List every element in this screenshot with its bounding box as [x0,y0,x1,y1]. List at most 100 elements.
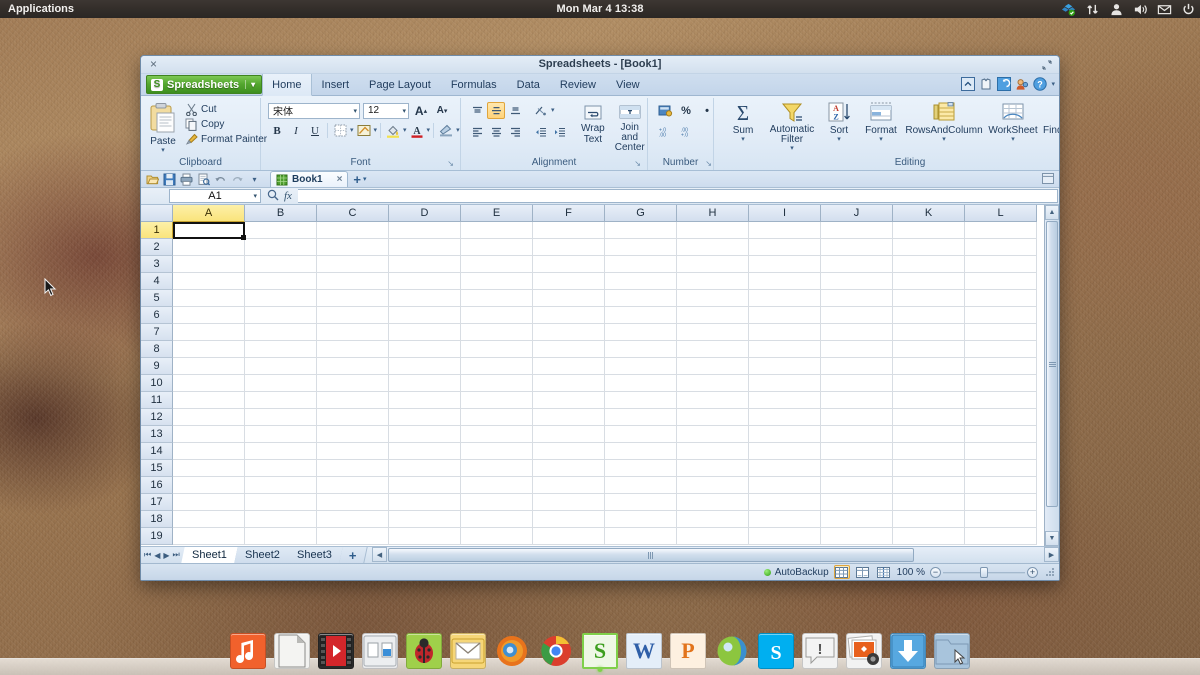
cell-J2[interactable] [821,239,893,256]
cell-F5[interactable] [533,290,605,307]
cell-A4[interactable] [173,273,245,290]
cell-F2[interactable] [533,239,605,256]
cell-A9[interactable] [173,358,245,375]
sheet-tab-sheet3[interactable]: Sheet3 [287,547,344,563]
cell-B11[interactable] [245,392,317,409]
chevron-down-icon[interactable]: ▾ [942,136,946,143]
bold-button[interactable]: B [268,122,286,139]
cell-F13[interactable] [533,426,605,443]
column-header-g[interactable]: G [605,205,677,222]
cell-I18[interactable] [749,511,821,528]
window-resize-grip[interactable] [1045,567,1055,577]
settings-icon[interactable] [362,633,398,669]
notification-icon[interactable]: ! [802,633,838,669]
sum-button[interactable]: Σ Sum ▾ [721,100,765,144]
cell-L7[interactable] [965,324,1037,341]
cell-K12[interactable] [893,409,965,426]
font-size-combo[interactable]: 12 ▾ [363,103,409,119]
cell-I14[interactable] [749,443,821,460]
cell-G8[interactable] [605,341,677,358]
worksheet-button[interactable]: WorkSheet ▾ [985,100,1041,144]
firefox-icon[interactable] [494,633,530,669]
cell-D17[interactable] [389,494,461,511]
page-layout-view-button[interactable] [855,565,871,579]
collapse-tabbar-icon[interactable] [1042,173,1054,187]
column-header-c[interactable]: C [317,205,389,222]
fill-color-button[interactable] [384,122,402,139]
column-header-b[interactable]: B [245,205,317,222]
cell-F8[interactable] [533,341,605,358]
borders-button[interactable] [331,122,349,139]
cell-E9[interactable] [461,358,533,375]
cell-L18[interactable] [965,511,1037,528]
cell-H10[interactable] [677,375,749,392]
row-header-9[interactable]: 9 [141,358,173,375]
cell-F15[interactable] [533,460,605,477]
cell-H8[interactable] [677,341,749,358]
cell-J12[interactable] [821,409,893,426]
cell-G5[interactable] [605,290,677,307]
row-header-13[interactable]: 13 [141,426,173,443]
cell-C3[interactable] [317,256,389,273]
prev-sheet-button[interactable]: ◀ [154,551,160,560]
cell-J1[interactable] [821,222,893,239]
cell-J7[interactable] [821,324,893,341]
cell-K13[interactable] [893,426,965,443]
cell-E11[interactable] [461,392,533,409]
new-document-tab-button[interactable]: + ▾ [353,172,366,187]
cell-A3[interactable] [173,256,245,273]
cell-L6[interactable] [965,307,1037,324]
cell-D3[interactable] [389,256,461,273]
cell-H11[interactable] [677,392,749,409]
normal-view-button[interactable] [834,565,850,579]
cell-A13[interactable] [173,426,245,443]
shrink-font-button[interactable]: A▾ [433,102,451,119]
chevron-down-icon[interactable]: ▾ [403,127,407,134]
cell-K18[interactable] [893,511,965,528]
cell-D19[interactable] [389,528,461,545]
font-dialog-launcher[interactable]: ↘ [447,158,454,170]
cells-area[interactable] [173,222,1044,546]
cell-E5[interactable] [461,290,533,307]
mail-icon[interactable] [1157,2,1172,17]
cut-button[interactable]: Cut [182,102,270,117]
cell-C6[interactable] [317,307,389,324]
italic-button[interactable]: I [287,122,305,139]
cell-K17[interactable] [893,494,965,511]
cell-C19[interactable] [317,528,389,545]
cell-A10[interactable] [173,375,245,392]
cell-L15[interactable] [965,460,1037,477]
cell-I12[interactable] [749,409,821,426]
column-header-k[interactable]: K [893,205,965,222]
cell-E15[interactable] [461,460,533,477]
chevron-down-icon[interactable]: ▾ [456,127,460,134]
cell-A14[interactable] [173,443,245,460]
increase-indent-button[interactable] [551,123,569,140]
cell-C13[interactable] [317,426,389,443]
cell-H14[interactable] [677,443,749,460]
cell-K10[interactable] [893,375,965,392]
column-header-f[interactable]: F [533,205,605,222]
file-manager-icon[interactable] [934,633,970,669]
column-header-a[interactable]: A [173,205,245,222]
cell-A17[interactable] [173,494,245,511]
cell-I7[interactable] [749,324,821,341]
decrease-indent-button[interactable] [532,123,550,140]
tab-review[interactable]: Review [550,74,606,95]
cell-D2[interactable] [389,239,461,256]
name-box[interactable]: A1 ▾ [169,189,261,203]
join-and-center-button[interactable]: Join and Center [611,102,649,154]
redo-icon[interactable] [230,172,245,187]
cell-B18[interactable] [245,511,317,528]
cell-F4[interactable] [533,273,605,290]
zoom-slider-thumb[interactable] [980,567,988,578]
cell-I11[interactable] [749,392,821,409]
cell-D4[interactable] [389,273,461,290]
horizontal-scroll-track[interactable] [387,547,1044,563]
cell-H19[interactable] [677,528,749,545]
align-left-button[interactable] [468,123,486,140]
cell-L11[interactable] [965,392,1037,409]
horizontal-scrollbar[interactable]: ◀ ▶ [372,547,1059,563]
cell-C1[interactable] [317,222,389,239]
print-preview-icon[interactable] [196,172,211,187]
